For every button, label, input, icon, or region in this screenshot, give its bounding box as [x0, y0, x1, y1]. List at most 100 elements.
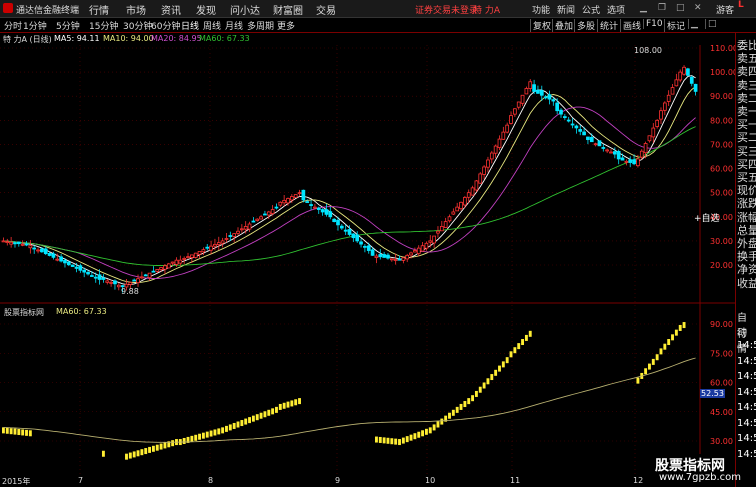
menu-discover[interactable]: 发现 — [196, 2, 216, 17]
candle[interactable] — [116, 284, 121, 288]
menu-news[interactable]: 资讯 — [161, 2, 181, 17]
candle[interactable] — [647, 135, 652, 142]
menu-ask[interactable]: 问小达 — [230, 2, 260, 17]
candle[interactable] — [109, 281, 113, 284]
candle[interactable] — [270, 209, 275, 214]
candle[interactable] — [166, 263, 171, 269]
candle[interactable] — [301, 189, 306, 201]
candle[interactable] — [82, 269, 87, 273]
candle[interactable] — [459, 201, 463, 210]
candle[interactable] — [443, 221, 448, 228]
candle[interactable] — [582, 131, 586, 136]
candle[interactable] — [355, 234, 360, 242]
candle[interactable] — [463, 197, 467, 206]
candle[interactable] — [193, 252, 198, 258]
candle[interactable] — [74, 266, 79, 269]
kline-chart[interactable]: 110.00100.0090.0080.0070.0060.0050.0040.… — [0, 45, 735, 476]
candle[interactable] — [578, 129, 583, 132]
candle[interactable] — [5, 241, 10, 243]
candle[interactable] — [374, 255, 379, 258]
candle[interactable] — [359, 241, 363, 245]
guest-user[interactable]: 游客 — [716, 3, 734, 16]
maximize-icon[interactable]: □ — [676, 3, 685, 13]
candle[interactable] — [293, 194, 298, 198]
candle[interactable] — [489, 152, 494, 160]
candle[interactable] — [486, 159, 490, 168]
candle[interactable] — [1, 240, 6, 243]
candle[interactable] — [66, 261, 71, 266]
mark-button[interactable]: 标记 — [664, 19, 687, 32]
candle[interactable] — [190, 254, 194, 258]
candle[interactable] — [401, 257, 406, 261]
candle[interactable] — [143, 274, 148, 277]
candle[interactable] — [236, 230, 240, 234]
period-monthly[interactable]: 月线 — [225, 19, 243, 32]
candle[interactable] — [343, 229, 348, 232]
candle[interactable] — [36, 249, 40, 252]
candle[interactable] — [286, 198, 290, 204]
candle[interactable] — [413, 250, 417, 253]
menu-wealth[interactable]: 财富圈 — [273, 2, 303, 17]
candle[interactable] — [366, 245, 371, 251]
overlay-button[interactable]: 叠加 — [552, 19, 575, 32]
candle[interactable] — [51, 253, 56, 258]
candle[interactable] — [263, 213, 267, 216]
candle[interactable] — [20, 243, 25, 246]
candle[interactable] — [513, 108, 517, 115]
candle[interactable] — [274, 206, 279, 209]
candle[interactable] — [613, 151, 617, 155]
candle[interactable] — [147, 272, 152, 278]
add-favorite-button[interactable]: +自选 — [694, 211, 720, 224]
menu-formula[interactable]: 公式 — [582, 3, 600, 16]
menu-quotes[interactable]: 行情 — [89, 2, 109, 17]
candle[interactable] — [563, 116, 567, 118]
candle[interactable] — [105, 280, 110, 283]
candle[interactable] — [674, 79, 679, 87]
candle[interactable] — [682, 66, 686, 75]
candle[interactable] — [689, 76, 694, 84]
candle[interactable] — [289, 196, 294, 201]
candle[interactable] — [555, 102, 560, 112]
candle[interactable] — [466, 192, 471, 198]
candle[interactable] — [639, 150, 644, 158]
candle[interactable] — [205, 246, 210, 249]
candle[interactable] — [501, 131, 506, 140]
candle[interactable] — [397, 258, 402, 261]
candle[interactable] — [332, 218, 336, 222]
minimize-icon[interactable]: ▁ — [640, 3, 647, 13]
candle[interactable] — [416, 247, 421, 254]
candle[interactable] — [605, 149, 609, 152]
period-multi[interactable]: 多周期 — [247, 19, 274, 32]
period-weekly[interactable]: 周线 — [203, 19, 221, 32]
candle[interactable] — [386, 254, 390, 259]
candle[interactable] — [55, 258, 60, 261]
period-1min[interactable]: 1分钟 — [23, 19, 47, 32]
candle[interactable] — [182, 258, 187, 260]
f10-button[interactable]: F10 — [643, 19, 665, 29]
candle[interactable] — [240, 228, 244, 231]
period-more[interactable]: 更多 — [277, 19, 295, 32]
candle[interactable] — [651, 127, 656, 138]
candle[interactable] — [409, 252, 413, 256]
candle[interactable] — [659, 110, 663, 120]
chart-minimize-icon[interactable]: ▁ — [688, 19, 700, 29]
candle[interactable] — [228, 235, 233, 237]
candle[interactable] — [113, 280, 117, 285]
candle[interactable] — [255, 218, 260, 221]
candle[interactable] — [509, 115, 513, 124]
period-60min[interactable]: 60分钟 — [151, 19, 180, 32]
candle[interactable] — [628, 159, 633, 163]
candle[interactable] — [532, 84, 536, 92]
candle[interactable] — [678, 71, 683, 81]
menu-newsfeed[interactable]: 新闻 — [557, 3, 575, 16]
candle[interactable] — [93, 276, 98, 279]
candle[interactable] — [324, 209, 329, 215]
candle[interactable] — [328, 211, 333, 218]
candle[interactable] — [86, 271, 90, 275]
candle[interactable] — [516, 101, 521, 108]
candle[interactable] — [136, 278, 140, 284]
candle[interactable] — [632, 159, 636, 165]
candle[interactable] — [278, 201, 283, 206]
candle[interactable] — [43, 248, 48, 255]
chart-maximize-icon[interactable]: □ — [705, 19, 719, 29]
